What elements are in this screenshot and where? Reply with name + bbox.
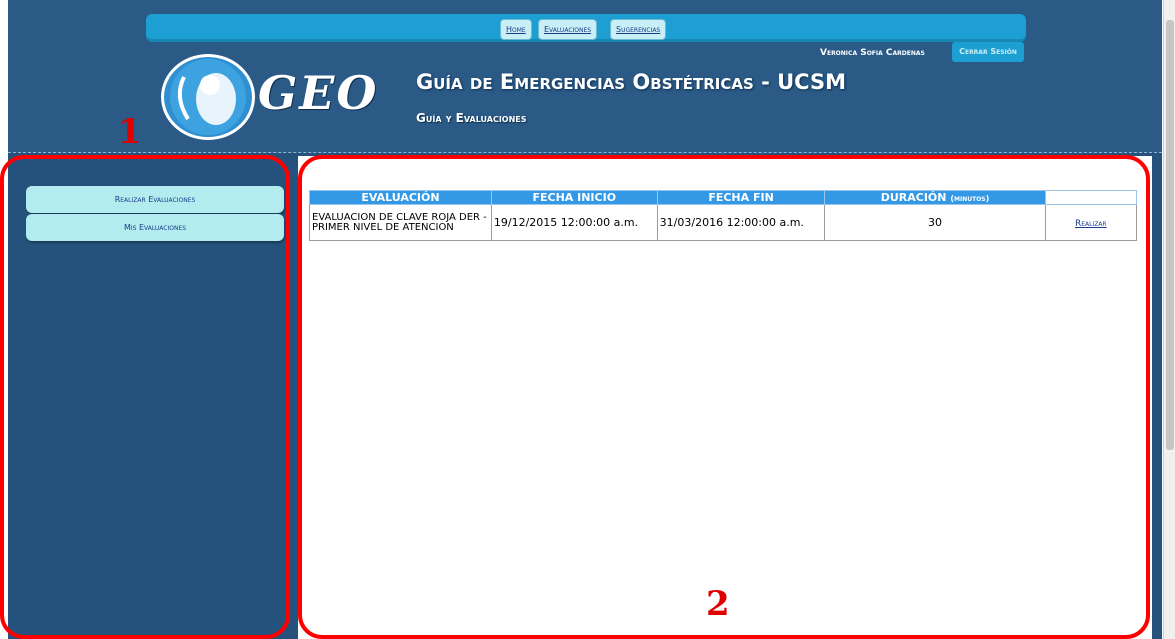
annotation-box-1 — [0, 155, 290, 639]
page-scrollbar[interactable] — [1163, 0, 1175, 639]
annotation-box-2 — [298, 155, 1150, 639]
nav-home-button[interactable]: Home — [500, 19, 532, 40]
site-title: Guía de Emergencias Obstétricas - UCSM — [416, 70, 846, 94]
logo-emblem — [161, 54, 255, 140]
nav-evaluaciones-button[interactable]: Evaluaciones — [538, 19, 598, 40]
nav-sugerencias-button[interactable]: Sugerencias — [610, 19, 667, 40]
fetus-icon — [170, 59, 246, 135]
annotation-number-2: 2 — [706, 584, 730, 624]
logo-text: GEO — [258, 66, 379, 120]
site-subtitle: Guía y Evaluaciones — [416, 111, 527, 125]
user-name: Veronica Sofia Cardenas — [820, 48, 925, 58]
scrollbar-thumb[interactable] — [1166, 20, 1174, 450]
logout-button[interactable]: Cerrar Sesión — [952, 42, 1024, 62]
annotation-number-1: 1 — [118, 112, 142, 152]
